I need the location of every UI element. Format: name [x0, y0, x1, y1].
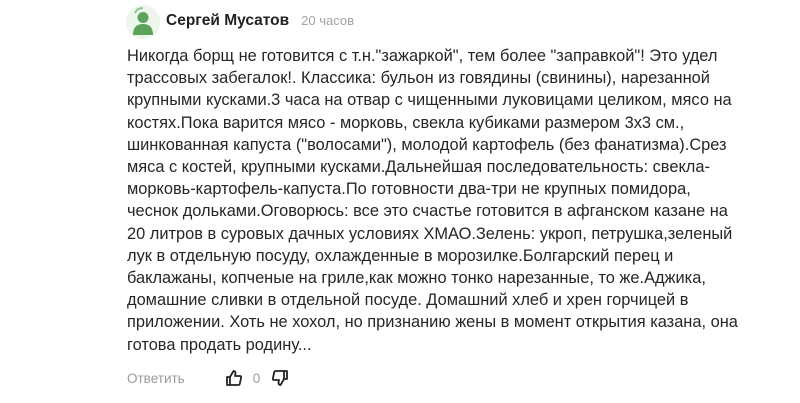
comment: Сергей Мусатов 20 часов Никогда борщ не … [0, 0, 800, 403]
thumbs-up-icon [225, 370, 242, 386]
comment-header: Сергей Мусатов 20 часов [166, 12, 354, 34]
author-name[interactable]: Сергей Мусатов [166, 12, 289, 30]
dislike-button[interactable] [269, 367, 291, 389]
reply-button[interactable]: Ответить [127, 371, 185, 386]
thumbs-down-icon [272, 370, 289, 386]
comment-text: Никогда борщ не готовится с т.н."зажарко… [127, 47, 738, 354]
user-avatar-icon[interactable] [126, 5, 160, 39]
vote-score: 0 [252, 370, 261, 386]
comment-actions: Ответить 0 [127, 364, 291, 392]
like-button[interactable] [223, 367, 245, 389]
comment-timestamp: 20 часов [301, 13, 355, 28]
